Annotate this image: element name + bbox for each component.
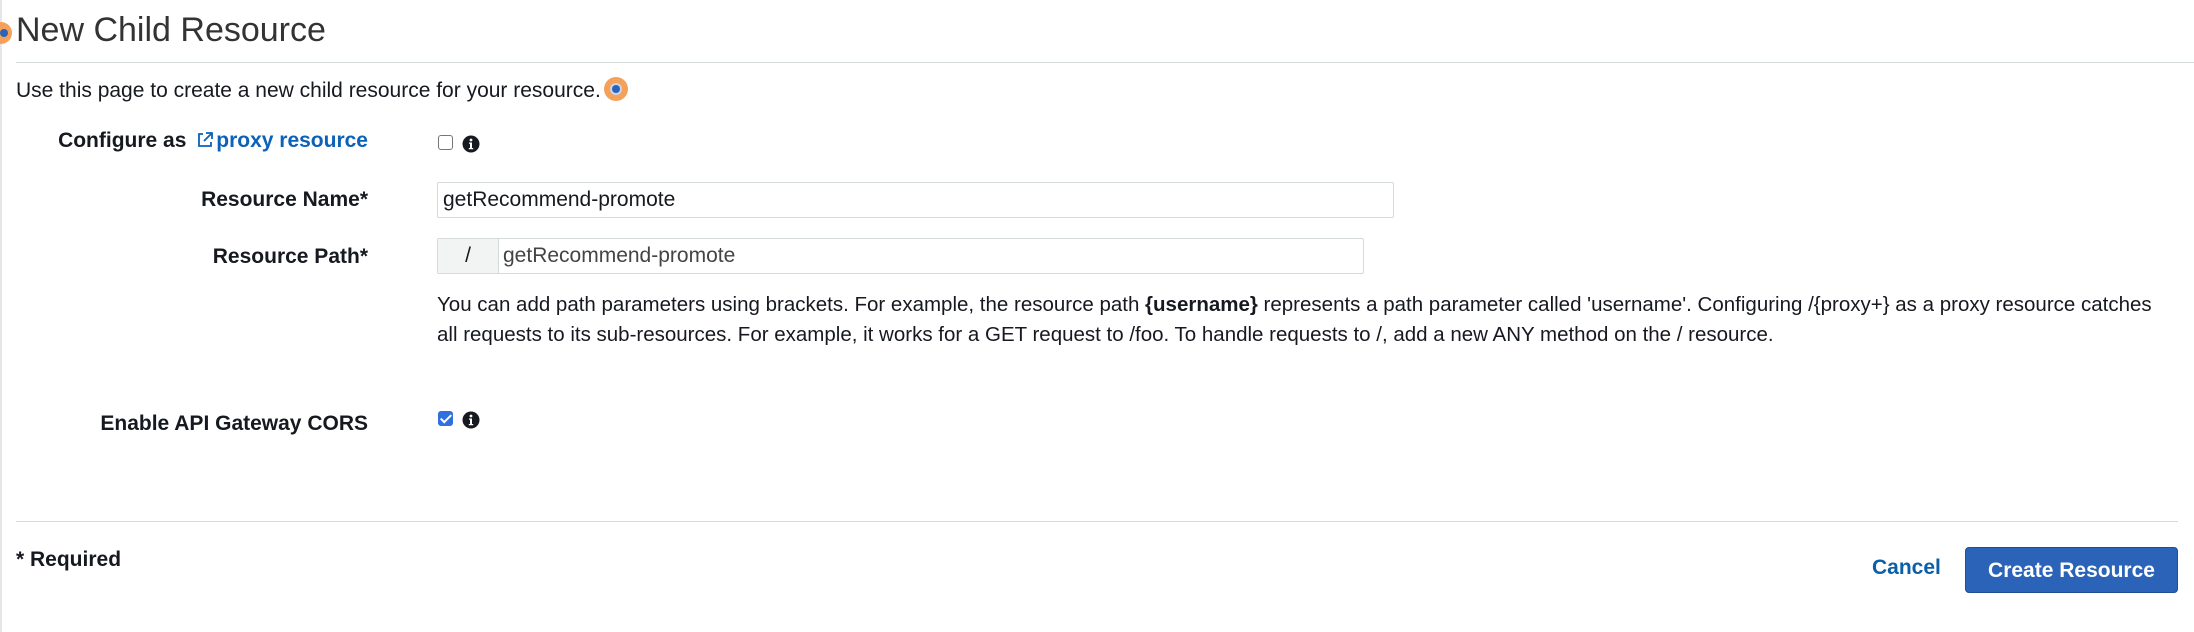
resource-path-label: Resource Path* — [212, 245, 368, 268]
resource-path-field: / — [437, 238, 1364, 274]
page-title: New Child Resource — [16, 11, 326, 49]
resource-name-input[interactable] — [437, 182, 1394, 218]
proxy-resource-link-text: proxy resource — [216, 129, 368, 152]
cors-label: Enable API Gateway CORS — [100, 412, 368, 435]
hint-marker-icon — [0, 22, 12, 44]
divider — [16, 62, 2194, 63]
page-description-text: Use this page to create a new child reso… — [16, 79, 601, 102]
resource-path-input[interactable] — [499, 239, 1363, 273]
info-icon[interactable] — [462, 411, 480, 429]
proxy-label-prefix: Configure as — [58, 129, 193, 152]
help-text-part1: You can add path parameters using bracke… — [437, 293, 1146, 316]
divider — [16, 521, 2178, 522]
cors-checkbox[interactable] — [438, 411, 453, 426]
page-description: Use this page to create a new child reso… — [16, 77, 628, 105]
cancel-button[interactable]: Cancel — [1872, 556, 1941, 580]
left-border — [0, 0, 2, 632]
help-text-bold: {username} — [1145, 293, 1258, 316]
hint-marker-icon — [603, 77, 628, 101]
proxy-resource-checkbox[interactable] — [438, 135, 453, 150]
required-note: * Required — [16, 548, 122, 571]
path-parameters-help: You can add path parameters using bracke… — [437, 290, 2157, 350]
proxy-resource-label: Configure as proxy resource — [58, 127, 368, 155]
proxy-resource-link[interactable]: proxy resource — [192, 129, 368, 152]
create-resource-button[interactable]: Create Resource — [1965, 547, 2178, 593]
resource-path-prefix: / — [438, 239, 499, 273]
resource-name-label: Resource Name* — [201, 188, 368, 211]
new-child-resource-page: New Child Resource Use this page to crea… — [0, 0, 2194, 632]
info-icon[interactable] — [462, 135, 480, 153]
external-link-icon — [198, 132, 214, 147]
